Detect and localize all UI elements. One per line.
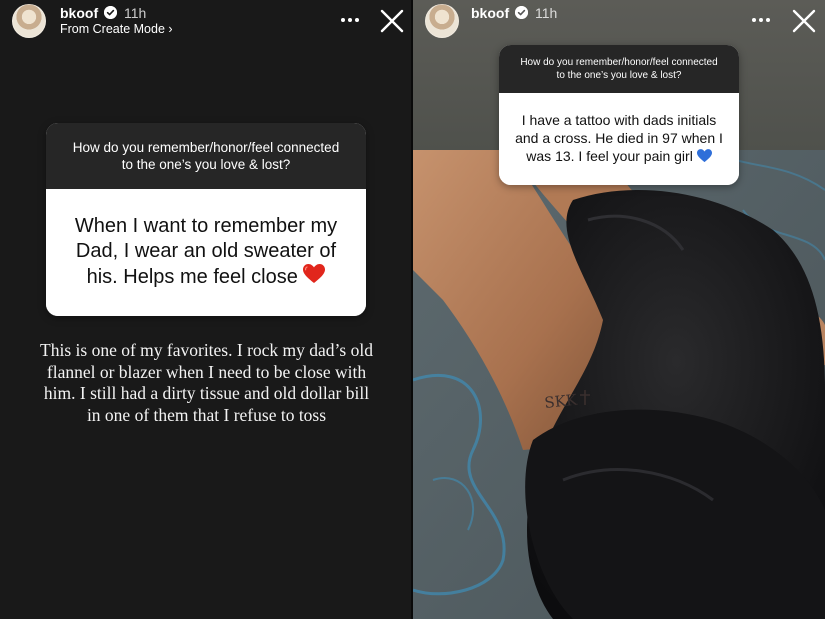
- verified-badge-icon: [515, 6, 528, 19]
- create-mode-link[interactable]: From Create Mode ›: [60, 22, 173, 36]
- story-photo: SKK: [413, 150, 825, 619]
- answer-box: When I want to remember my Dad, I wear a…: [46, 189, 366, 316]
- question-sticker: How do you remember/honor/feel connected…: [499, 45, 739, 185]
- story-panel-left[interactable]: bkoof 11h From Create Mode › How do you …: [0, 0, 411, 619]
- question-sticker: How do you remember/honor/feel connected…: [46, 123, 366, 316]
- story-panel-right[interactable]: SKK bkoof 11h How do you remember/honor/…: [413, 0, 825, 619]
- post-time: 11h: [124, 5, 147, 21]
- avatar[interactable]: [425, 4, 459, 38]
- post-time: 11h: [535, 5, 558, 21]
- question-text: How do you remember/honor/feel connected…: [46, 123, 366, 189]
- question-text: How do you remember/honor/feel connected…: [499, 45, 739, 93]
- answer-text: I have a tattoo with dads initials and a…: [515, 112, 723, 165]
- story-header: bkoof 11h From Create Mode ›: [0, 0, 411, 48]
- verified-badge-icon: [104, 6, 117, 19]
- story-caption: This is one of my favorites. I rock my d…: [40, 340, 373, 425]
- close-icon[interactable]: [379, 8, 405, 34]
- red-heart-icon: [303, 264, 326, 291]
- more-horizontal-icon[interactable]: [750, 8, 772, 28]
- username[interactable]: bkoof: [471, 5, 509, 21]
- answer-box: I have a tattoo with dads initials and a…: [499, 93, 739, 185]
- avatar[interactable]: [12, 4, 46, 38]
- username[interactable]: bkoof: [60, 5, 98, 21]
- more-horizontal-icon[interactable]: [339, 8, 361, 28]
- close-icon[interactable]: [791, 8, 817, 34]
- tattoo-initials: SKK: [544, 391, 579, 412]
- blue-heart-icon: [696, 148, 712, 167]
- answer-text: When I want to remember my Dad, I wear a…: [74, 215, 338, 288]
- story-header: bkoof 11h: [413, 0, 825, 48]
